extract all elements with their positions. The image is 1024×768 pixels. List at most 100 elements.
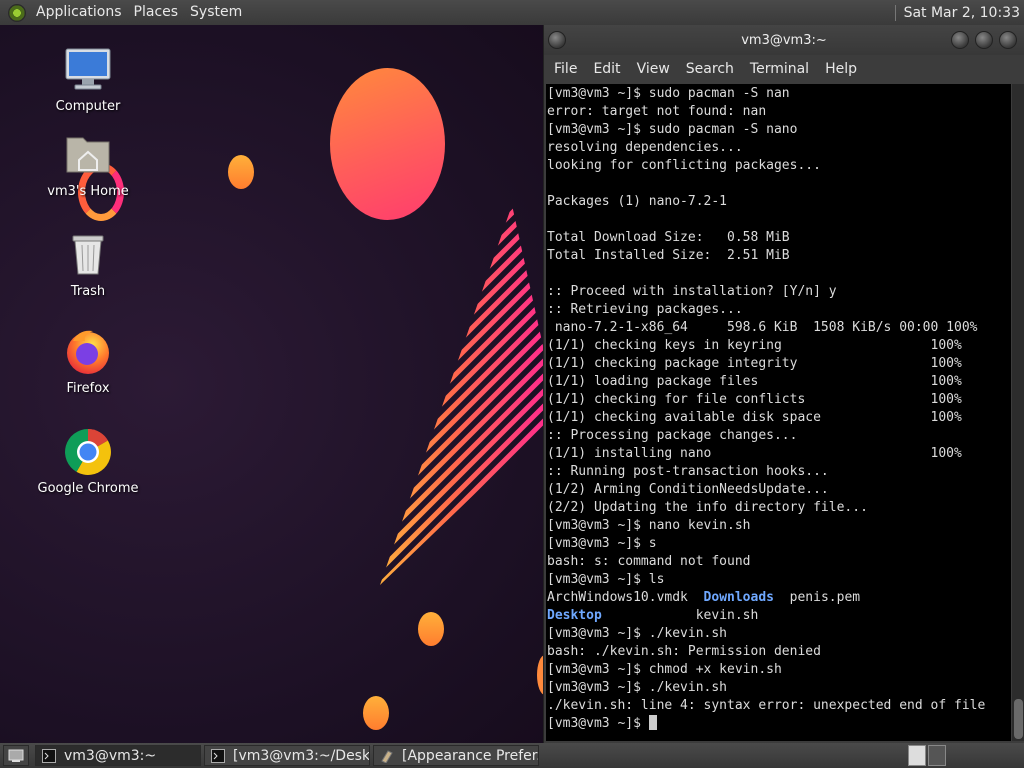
maximize-button[interactable] <box>975 31 993 49</box>
taskbar-item-terminal-desktop[interactable]: [vm3@vm3:~/Deskt... <box>204 745 370 766</box>
terminal-icon <box>211 748 225 763</box>
terminal-line: [vm3@vm3 ~]$ chmod +x kevin.sh <box>547 662 782 677</box>
terminal-line: (1/1) checking for file conflicts 100% <box>547 392 962 407</box>
terminal-line: ​ <box>547 211 1011 229</box>
window-titlebar[interactable]: vm3@vm3:~ <box>544 25 1024 55</box>
desktop-icon-label: Computer <box>55 99 121 114</box>
terminal-line: [vm3@vm3 ~]$ sudo pacman -S nan <box>547 86 790 101</box>
terminal-line: Total Download Size: 0.58 MiB <box>547 230 790 245</box>
bottom-panel: vm3@vm3:~ [vm3@vm3:~/Deskt... [Appearanc… <box>0 743 1024 768</box>
ls-entry: ArchWindows10.vmdk <box>547 590 704 605</box>
menu-view[interactable]: View <box>637 61 670 77</box>
terminal-scrollbar[interactable] <box>1012 84 1024 741</box>
firefox-icon <box>63 327 113 377</box>
terminal-line: :: Proceed with installation? [Y/n] y <box>547 284 837 299</box>
menu-places[interactable]: Places <box>128 0 185 25</box>
wallpaper-dot <box>418 612 444 646</box>
terminal-cursor <box>648 715 657 730</box>
wallpaper-dot <box>228 155 254 189</box>
home-folder-icon <box>63 130 113 180</box>
terminal-line: (1/2) Arming ConditionNeedsUpdate... <box>547 482 829 497</box>
ls-entry-dir: Downloads <box>703 590 774 605</box>
terminal-line: (1/1) checking keys in keyring 100% <box>547 338 962 353</box>
terminal-line: [vm3@vm3 ~]$ ./kevin.sh <box>547 626 728 641</box>
terminal-line: resolving dependencies... <box>547 140 743 155</box>
terminal-line: ​ <box>547 265 1011 283</box>
menu-system[interactable]: System <box>184 0 248 25</box>
menu-edit[interactable]: Edit <box>593 61 620 77</box>
workspace-2[interactable] <box>928 745 946 766</box>
menu-file[interactable]: File <box>554 61 577 77</box>
taskbar-item-label: [Appearance Prefer... <box>402 747 539 764</box>
terminal-line: :: Retrieving packages... <box>547 302 743 317</box>
desktop-icon-label: vm3's Home <box>47 184 129 199</box>
workspace-1[interactable] <box>908 745 926 766</box>
desktop-icon-computer[interactable]: Computer <box>23 45 153 114</box>
taskbar-item-label: [vm3@vm3:~/Deskt... <box>233 747 370 764</box>
chrome-icon <box>63 427 113 477</box>
wallpaper-arch-shape <box>380 205 545 585</box>
desktop-icon-chrome[interactable]: Google Chrome <box>23 427 153 496</box>
terminal-line: bash: s: command not found <box>547 554 751 569</box>
terminal-line: (1/1) checking package integrity 100% <box>547 356 962 371</box>
terminal-line: [vm3@vm3 ~]$ nano kevin.sh <box>547 518 751 533</box>
wallpaper-dot <box>363 696 389 730</box>
appearance-preferences-icon <box>381 749 393 763</box>
terminal-line: nano-7.2-1-x86_64 598.6 KiB 1508 KiB/s 0… <box>547 320 978 335</box>
desktop-icon-home[interactable]: vm3's Home <box>23 130 153 199</box>
desktop-icon-label: Firefox <box>66 381 110 396</box>
terminal-line: looking for conflicting packages... <box>547 158 821 173</box>
terminal-line: (1/1) installing nano 100% <box>547 446 962 461</box>
terminal-line: :: Processing package changes... <box>547 428 798 443</box>
clock[interactable]: Sat Mar 2, 10:33 <box>904 5 1024 21</box>
desktop[interactable]: Computer vm3's Home Trash Firefox Google… <box>0 25 545 743</box>
terminal-line: error: target not found: nan <box>547 104 767 119</box>
window-title: vm3@vm3:~ <box>741 32 827 48</box>
menu-help[interactable]: Help <box>825 61 857 77</box>
terminal-line: (1/1) loading package files 100% <box>547 374 962 389</box>
scrollbar-thumb[interactable] <box>1014 699 1023 739</box>
show-desktop-icon <box>8 749 24 762</box>
minimize-button[interactable] <box>951 31 969 49</box>
terminal-line: :: Running post-transaction hooks... <box>547 464 829 479</box>
computer-icon <box>63 45 113 95</box>
panel-separator <box>894 4 896 21</box>
close-button[interactable] <box>999 31 1017 49</box>
terminal-ls-row: Desktop kevin.sh <box>547 607 1011 625</box>
wallpaper-sun <box>330 68 445 220</box>
terminal-line: [vm3@vm3 ~]$ ls <box>547 572 665 587</box>
desktop-icon-firefox[interactable]: Firefox <box>23 327 153 396</box>
terminal-menubar: File Edit View Search Terminal Help <box>544 55 1024 83</box>
menu-search[interactable]: Search <box>686 61 734 77</box>
desktop-icon-label: Google Chrome <box>37 481 139 496</box>
ls-entry: penis.pem <box>774 590 861 605</box>
taskbar-item-appearance[interactable]: [Appearance Prefer... <box>373 745 539 766</box>
terminal-prompt-line: [vm3@vm3 ~]$ <box>547 715 1011 733</box>
show-desktop-button[interactable] <box>3 745 29 766</box>
terminal-line: ./kevin.sh: line 4: syntax error: unexpe… <box>547 698 986 713</box>
terminal-line: ​ <box>547 175 1011 193</box>
terminal-line: Total Installed Size: 2.51 MiB <box>547 248 790 263</box>
menu-applications[interactable]: Applications <box>30 0 128 25</box>
top-panel: Applications Places System Sat Mar 2, 10… <box>0 0 1024 25</box>
terminal-line: [vm3@vm3 ~]$ ./kevin.sh <box>547 680 728 695</box>
terminal-line: Packages (1) nano-7.2-1 <box>547 194 728 209</box>
taskbar-item-label: vm3@vm3:~ <box>64 747 157 764</box>
terminal-line: bash: ./kevin.sh: Permission denied <box>547 644 821 659</box>
taskbar-item-terminal[interactable]: vm3@vm3:~ <box>35 745 201 766</box>
terminal-window[interactable]: vm3@vm3:~ File Edit View Search Terminal… <box>543 25 1024 743</box>
terminal-line: (2/2) Updating the info directory file..… <box>547 500 868 515</box>
terminal-prompt: [vm3@vm3 ~]$ <box>547 716 649 731</box>
window-menu-button[interactable] <box>548 31 566 49</box>
desktop-icon-trash[interactable]: Trash <box>23 230 153 299</box>
trash-icon <box>63 230 113 280</box>
desktop-icon-label: Trash <box>70 284 106 299</box>
terminal-output[interactable]: [vm3@vm3 ~]$ sudo pacman -S nan error: ta… <box>546 84 1011 741</box>
terminal-line: [vm3@vm3 ~]$ sudo pacman -S nano <box>547 122 798 137</box>
distro-logo-icon[interactable] <box>8 3 26 22</box>
ls-entry: kevin.sh <box>601 608 759 623</box>
terminal-line: (1/1) checking available disk space 100% <box>547 410 962 425</box>
terminal-line: [vm3@vm3 ~]$ s <box>547 536 657 551</box>
terminal-ls-row: ArchWindows10.vmdk Downloads penis.pem <box>547 589 1011 607</box>
menu-terminal[interactable]: Terminal <box>750 61 809 77</box>
